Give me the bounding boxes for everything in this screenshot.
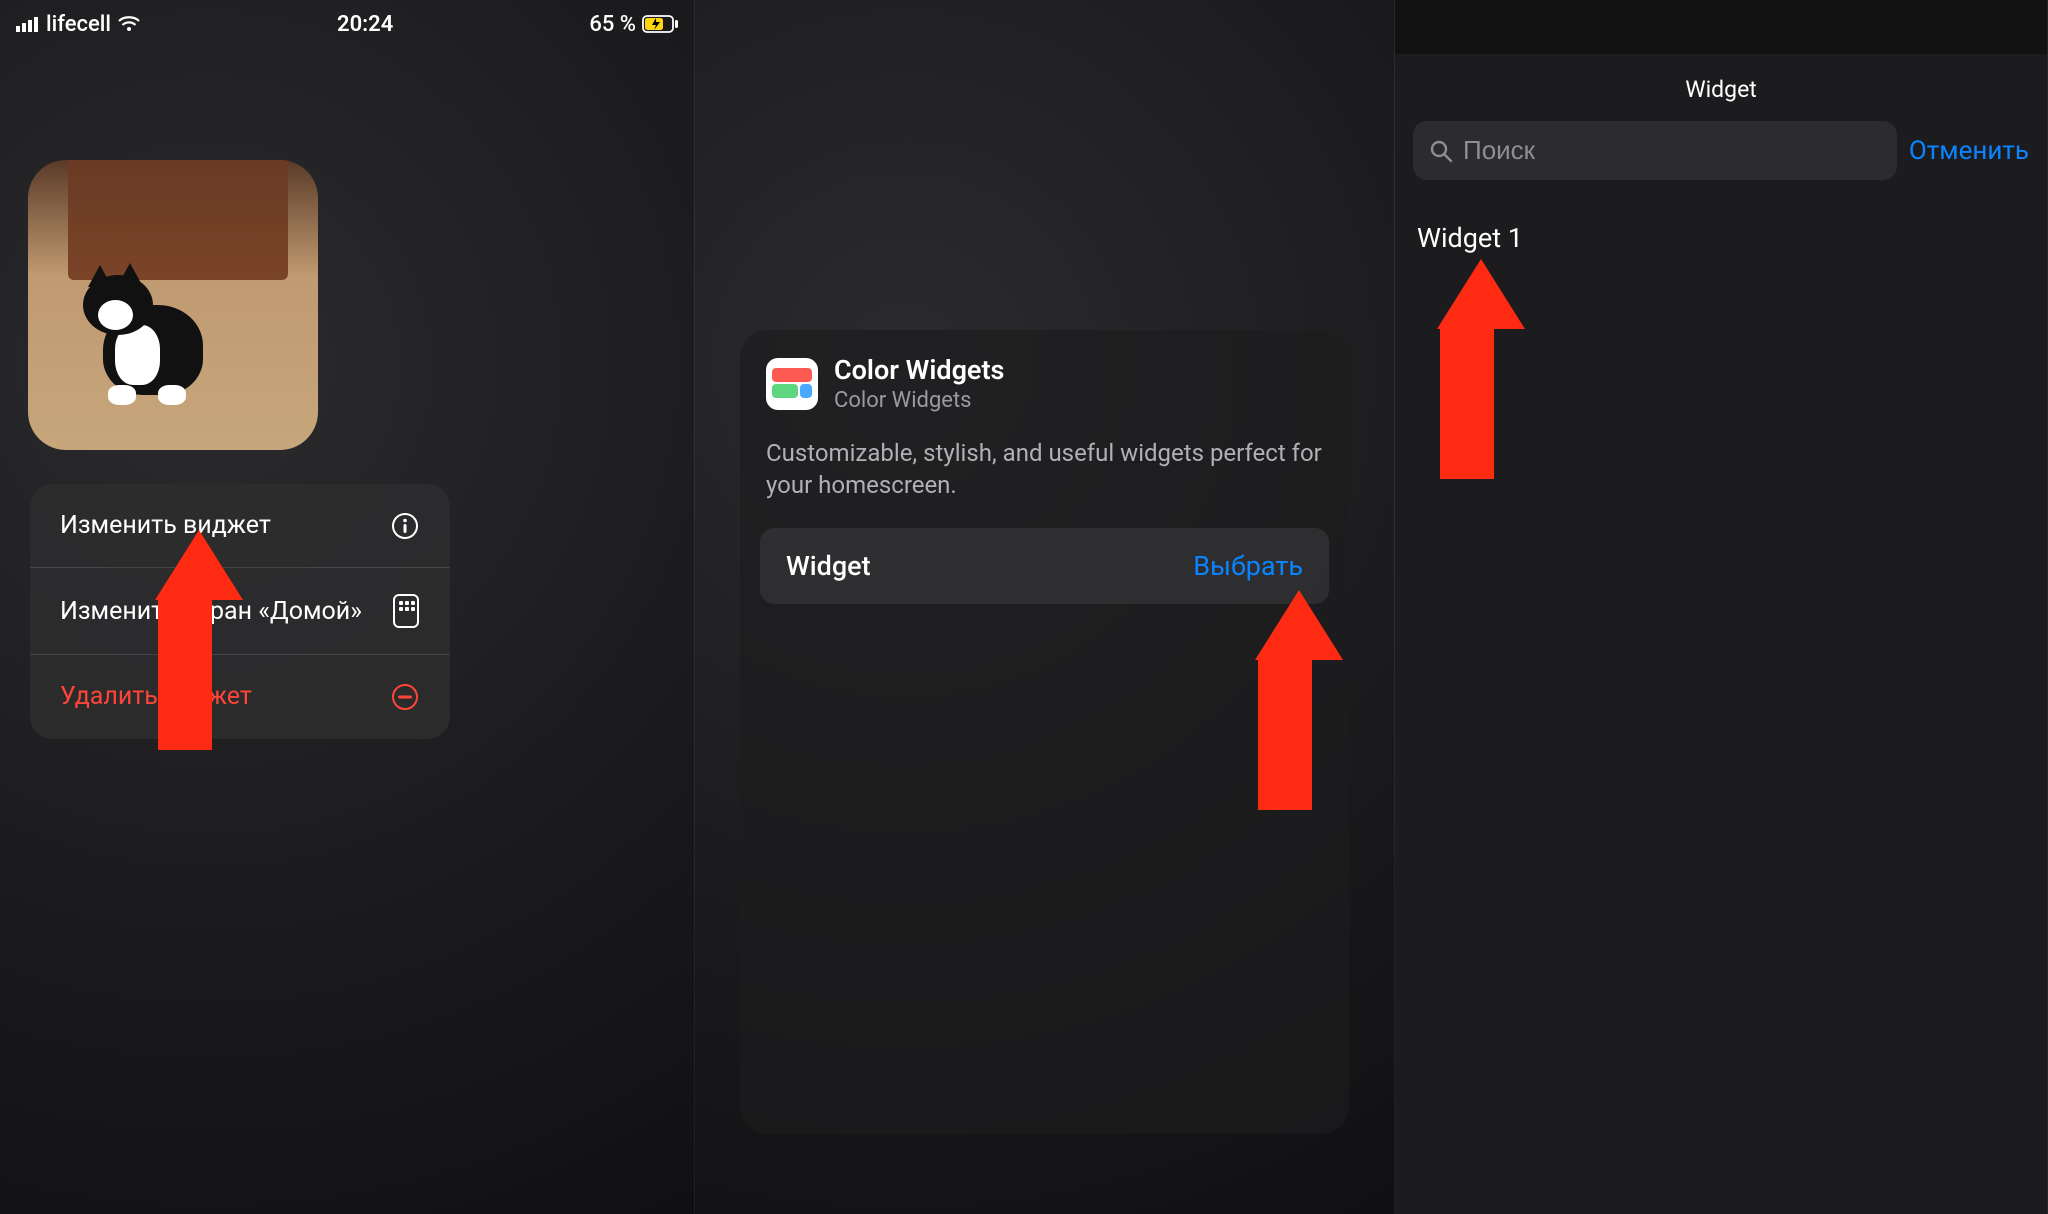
- app-subtitle: Color Widgets: [834, 388, 1004, 413]
- edit-widget-menu-item[interactable]: Изменить виджет: [30, 484, 450, 568]
- edit-home-screen-menu-item[interactable]: Изменить экран «Домой»: [30, 568, 450, 655]
- cancel-button[interactable]: Отменить: [1909, 136, 2029, 166]
- color-widgets-app-icon: [766, 358, 818, 410]
- search-field[interactable]: [1413, 121, 1897, 180]
- widget-context-menu: Изменить виджет Изменить экран «Домой» У…: [30, 484, 450, 739]
- edit-widget-label: Изменить виджет: [60, 510, 283, 541]
- widget-row-label: Widget: [786, 550, 871, 582]
- wifi-icon: [117, 15, 141, 33]
- search-input[interactable]: [1463, 135, 1881, 166]
- app-description: Customizable, stylish, and useful widget…: [740, 419, 1349, 528]
- remove-widget-menu-item[interactable]: Удалить виджет: [30, 655, 450, 738]
- search-icon: [1429, 139, 1453, 163]
- app-title: Color Widgets: [834, 354, 1004, 386]
- battery-charging-icon: [642, 15, 678, 33]
- battery-percent-label: 65 %: [589, 12, 636, 37]
- edit-home-label: Изменить экран «Домой»: [60, 596, 374, 627]
- screenshot-panel-1: lifecell 20:24 65 % Изменить видж: [0, 0, 695, 1214]
- remove-icon: [390, 682, 420, 712]
- carrier-label: lifecell: [46, 12, 111, 37]
- widget-picker-sheet: Widget Отменить Widget 1: [1395, 54, 2047, 1214]
- widget-preview[interactable]: [28, 160, 318, 450]
- status-bar: lifecell 20:24 65 %: [0, 0, 694, 40]
- widget-config-card: Color Widgets Color Widgets Customizable…: [740, 330, 1349, 1134]
- cellular-signal-icon: [16, 16, 40, 32]
- widget-list-item[interactable]: Widget 1: [1413, 212, 2029, 264]
- widget-list: Widget 1: [1395, 200, 2047, 276]
- widget-select-row[interactable]: Widget Выбрать: [760, 528, 1329, 604]
- info-icon: [390, 511, 420, 541]
- cat-image: [83, 265, 233, 425]
- remove-widget-label: Удалить виджет: [60, 681, 264, 712]
- choose-button[interactable]: Выбрать: [1193, 550, 1303, 582]
- annotation-arrow-icon: [1437, 259, 1497, 479]
- clock-label: 20:24: [337, 12, 393, 37]
- screenshot-panel-3: Widget Отменить Widget 1: [1395, 0, 2048, 1214]
- sheet-title: Widget: [1395, 54, 2047, 121]
- apps-grid-icon: [392, 594, 420, 628]
- screenshot-panel-2: Color Widgets Color Widgets Customizable…: [695, 0, 1395, 1214]
